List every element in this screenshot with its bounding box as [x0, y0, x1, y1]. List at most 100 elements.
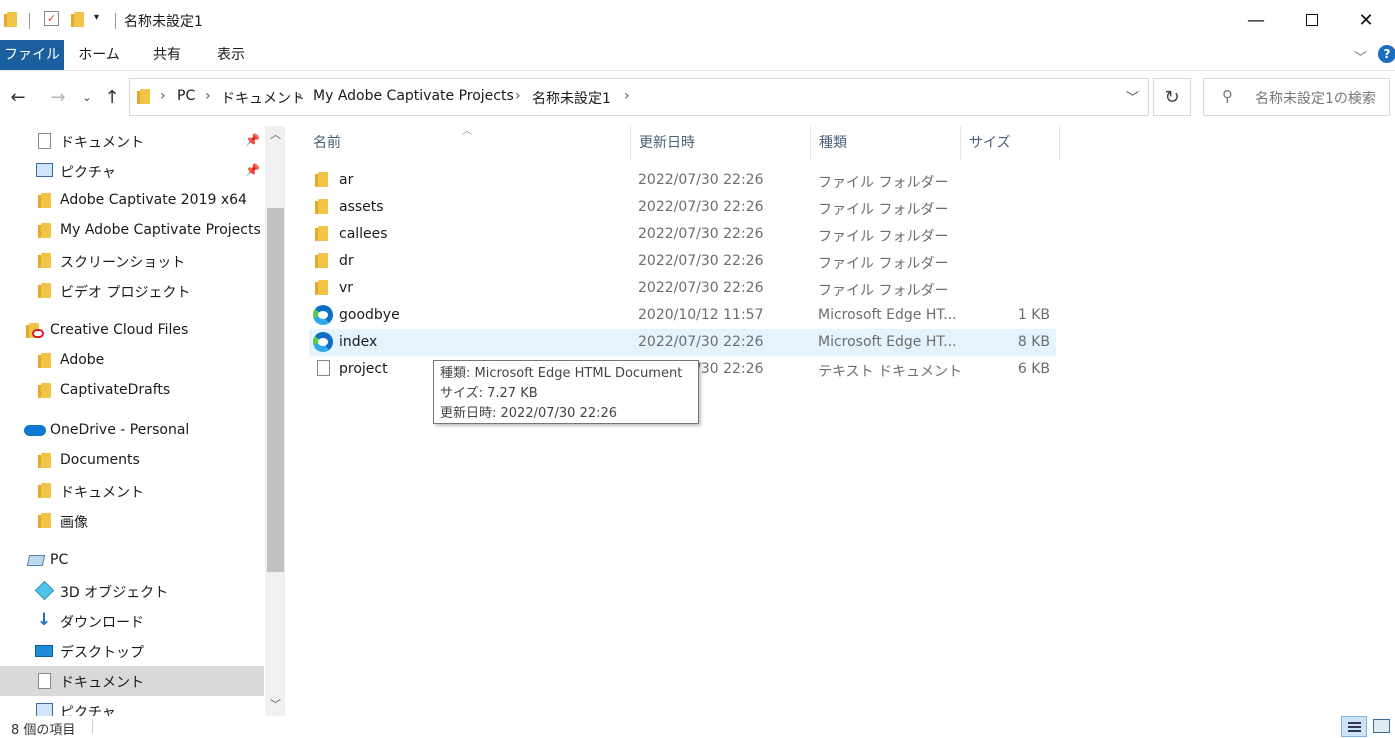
file-size: 1 KB: [1017, 307, 1050, 323]
address-row: ← → ⌄ ↑ › PC › ドキュメント › My Adobe Captiva…: [0, 78, 1395, 116]
nav-item-label: Creative Cloud Files: [50, 322, 189, 338]
pin-icon[interactable]: 📌: [245, 133, 260, 147]
ribbon-tabs: ファイル ホーム 共有 表示 ﹀ ?: [0, 40, 1395, 71]
folder-icon: [38, 353, 51, 372]
minimize-button[interactable]: —: [1227, 0, 1285, 40]
folder-icon: [38, 253, 51, 272]
nav-item-onedrive-documents-jp[interactable]: ドキュメント: [0, 476, 264, 506]
folder-icon: [38, 383, 51, 402]
nav-item-documents-pc[interactable]: ドキュメント: [0, 666, 264, 696]
edge-icon: [313, 332, 333, 356]
nav-item-desktop[interactable]: デスクトップ: [0, 636, 264, 666]
nav-item-label: Adobe: [60, 352, 105, 368]
file-type: ファイル フォルダー: [818, 256, 949, 272]
file-date: 2022/07/30 22:26: [638, 172, 764, 188]
file-name: project: [339, 361, 388, 377]
nav-item-3d-objects[interactable]: 3D オブジェクト: [0, 576, 264, 606]
back-button[interactable]: ←: [6, 78, 30, 116]
nav-item-pictures-quick[interactable]: ピクチャ 📌: [0, 156, 264, 186]
nav-item-onedrive-documents[interactable]: Documents: [0, 446, 264, 476]
forward-button[interactable]: →: [46, 78, 70, 116]
address-bar[interactable]: › PC › ドキュメント › My Adobe Captivate Proje…: [129, 78, 1149, 116]
address-dropdown-icon[interactable]: ﹀: [1126, 87, 1139, 106]
title-bar: ✓ ▾ 名称未設定1 — ✕: [0, 0, 1395, 40]
nav-item-adobe[interactable]: Adobe: [0, 346, 264, 376]
column-name[interactable]: 名前: [305, 126, 631, 160]
large-icons-view-icon[interactable]: [1373, 719, 1390, 733]
chevron-right-icon[interactable]: ›: [297, 88, 303, 104]
nav-scrollbar-thumb[interactable]: [267, 208, 284, 572]
file-name: ar: [339, 172, 354, 188]
file-row-selected[interactable]: index 2022/07/30 22:26 Microsoft Edge HT…: [309, 329, 1056, 356]
nav-item-captivate-2019[interactable]: Adobe Captivate 2019 x64: [0, 186, 264, 216]
column-date[interactable]: 更新日時: [631, 126, 811, 160]
nav-item-downloads[interactable]: ↓ ダウンロード: [0, 606, 264, 636]
nav-item-label: ドキュメント: [60, 485, 144, 501]
tab-view[interactable]: 表示: [204, 40, 258, 70]
nav-item-label: ドキュメント: [60, 135, 144, 151]
nav-item-label: PC: [50, 552, 69, 568]
column-type[interactable]: 種類: [811, 126, 961, 160]
nav-item-captivate-drafts[interactable]: CaptivateDrafts: [0, 376, 264, 406]
file-row[interactable]: vr 2022/07/30 22:26 ファイル フォルダー: [309, 275, 1056, 302]
nav-item-screenshots[interactable]: スクリーンショット: [0, 246, 264, 276]
breadcrumb-documents[interactable]: ドキュメント: [221, 88, 305, 108]
file-date: 2022/07/30 22:26: [638, 226, 764, 242]
chevron-right-icon[interactable]: ›: [515, 88, 521, 104]
breadcrumb-captivate-projects[interactable]: My Adobe Captivate Projects: [313, 88, 514, 104]
search-input[interactable]: ⚲ 名称未設定1の検索: [1203, 78, 1390, 116]
file-type: Microsoft Edge HT...: [818, 307, 957, 323]
folder-icon: [4, 12, 17, 31]
close-button[interactable]: ✕: [1337, 0, 1395, 40]
folder-icon: [38, 483, 51, 502]
nav-item-video-projects[interactable]: ビデオ プロジェクト: [0, 276, 264, 306]
scroll-up-icon[interactable]: ︿: [270, 126, 281, 142]
maximize-button[interactable]: [1283, 0, 1341, 40]
breadcrumb-current[interactable]: 名称未設定1: [532, 88, 611, 108]
tab-home[interactable]: ホーム: [72, 40, 126, 70]
folder-icon: [38, 453, 51, 472]
status-bar: 8 個の項目: [0, 716, 1395, 738]
nav-item-label: ダウンロード: [60, 615, 144, 631]
file-row[interactable]: callees 2022/07/30 22:26 ファイル フォルダー: [309, 221, 1056, 248]
nav-item-onedrive-pictures[interactable]: 画像: [0, 506, 264, 536]
file-row[interactable]: dr 2022/07/30 22:26 ファイル フォルダー: [309, 248, 1056, 275]
tab-share[interactable]: 共有: [140, 40, 194, 70]
folder-icon: [315, 253, 328, 272]
nav-item-label: ビデオ プロジェクト: [60, 285, 191, 301]
chevron-right-icon[interactable]: ›: [205, 88, 211, 104]
scroll-down-icon[interactable]: ﹀: [270, 696, 281, 712]
new-folder-icon[interactable]: [71, 12, 84, 31]
chevron-right-icon[interactable]: ›: [624, 88, 630, 104]
file-row[interactable]: assets 2022/07/30 22:26 ファイル フォルダー: [309, 194, 1056, 221]
folder-icon: [38, 513, 51, 532]
chevron-right-icon[interactable]: ›: [160, 88, 166, 104]
customize-toolbar-icon[interactable]: ▾: [94, 12, 99, 23]
file-row[interactable]: goodbye 2020/10/12 11:57 Microsoft Edge …: [309, 302, 1056, 329]
refresh-button[interactable]: ↻: [1153, 78, 1191, 116]
column-size[interactable]: サイズ: [961, 126, 1060, 160]
properties-icon[interactable]: ✓: [44, 11, 59, 26]
file-row[interactable]: ar 2022/07/30 22:26 ファイル フォルダー: [309, 167, 1056, 194]
file-name: goodbye: [339, 307, 400, 323]
nav-item-documents-quick[interactable]: ドキュメント 📌: [0, 126, 264, 156]
nav-item-creative-cloud[interactable]: Creative Cloud Files: [0, 316, 264, 346]
nav-item-onedrive[interactable]: OneDrive - Personal: [0, 416, 264, 446]
nav-item-captivate-projects[interactable]: My Adobe Captivate Projects: [0, 216, 264, 246]
downloads-icon: ↓: [37, 610, 52, 630]
up-button[interactable]: ↑: [102, 78, 122, 116]
details-view-icon[interactable]: [1341, 716, 1367, 737]
divider: [115, 13, 116, 29]
tooltip-type: 種類: Microsoft Edge HTML Document: [440, 366, 683, 381]
file-size: 8 KB: [1017, 334, 1050, 350]
nav-item-label: 画像: [60, 515, 88, 531]
tab-file[interactable]: ファイル: [0, 40, 64, 70]
nav-item-pc[interactable]: PC: [0, 546, 264, 576]
expand-ribbon-icon[interactable]: ﹀: [1354, 47, 1367, 66]
pin-icon[interactable]: 📌: [245, 163, 260, 177]
breadcrumb-pc[interactable]: PC: [177, 88, 195, 104]
recent-locations-icon[interactable]: ⌄: [80, 78, 94, 116]
help-icon[interactable]: ?: [1378, 45, 1395, 63]
nav-item-pictures-pc[interactable]: ピクチャ: [0, 696, 264, 716]
file-name: index: [339, 334, 378, 350]
